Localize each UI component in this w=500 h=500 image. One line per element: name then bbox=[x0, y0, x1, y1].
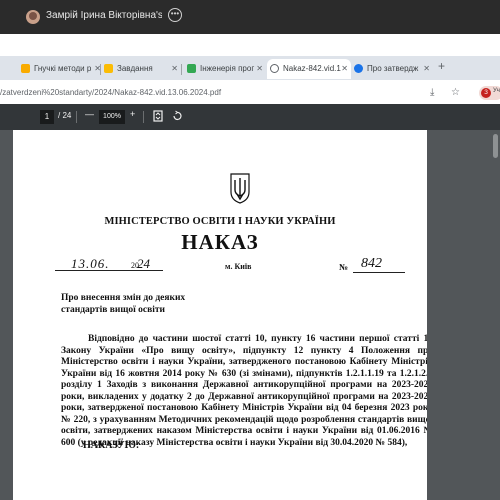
profile-button[interactable]: З Уч bbox=[479, 86, 500, 100]
rotate-icon[interactable] bbox=[171, 110, 183, 124]
ministry-heading: МІНІСТЕРСТВО ОСВІТИ І НАУКИ УКРАЇНИ bbox=[104, 216, 336, 227]
handwritten-date: 13.06. bbox=[71, 256, 110, 271]
tab-flexible-methods[interactable]: Гнучкі методи р ✕ bbox=[18, 59, 104, 79]
pdf-scrollbar[interactable] bbox=[491, 130, 500, 500]
subject-line: Про внесення змін до деяких bbox=[61, 293, 186, 303]
trident-emblem-icon bbox=[230, 173, 250, 204]
globe-favicon-icon bbox=[270, 64, 279, 73]
profile-avatar: З bbox=[481, 88, 491, 98]
docs-favicon-icon bbox=[21, 64, 30, 73]
zoom-in-button[interactable]: + bbox=[130, 109, 135, 119]
scrollbar-thumb[interactable] bbox=[493, 134, 498, 158]
tab-label: Про затвердж bbox=[367, 64, 419, 73]
drive-favicon-icon bbox=[187, 64, 196, 73]
bookmark-star-icon[interactable]: ☆ bbox=[451, 87, 460, 98]
pdf-viewport[interactable]: МІНІСТЕРСТВО ОСВІТИ І НАУКИ УКРАЇНИ НАКА… bbox=[0, 130, 500, 500]
tab-assignments[interactable]: Завдання ✕ bbox=[101, 59, 181, 79]
orders-heading: НАКАЗУЮ: bbox=[83, 440, 140, 451]
pdf-page: МІНІСТЕРСТВО ОСВІТИ І НАУКИ УКРАЇНИ НАКА… bbox=[13, 130, 427, 500]
more-options-icon[interactable]: ••• bbox=[168, 8, 182, 22]
tab-label: Nakaz-842.vid.1 bbox=[283, 64, 341, 73]
tab-label: Інженерія прог bbox=[200, 64, 255, 73]
zoom-input[interactable]: 100% bbox=[99, 110, 125, 124]
preamble-paragraph: Відповідно до частини шостої статті 10, … bbox=[61, 334, 427, 448]
document-title: НАКАЗ bbox=[181, 230, 259, 254]
tab-strip: Гнучкі методи р ✕ Завдання ✕ Інженерія п… bbox=[0, 56, 500, 80]
new-tab-icon[interactable]: + bbox=[438, 59, 445, 73]
order-preamble: Відповідно до частини шостої статті 10, … bbox=[61, 334, 427, 449]
site-favicon-icon bbox=[354, 64, 363, 73]
number-underline bbox=[353, 272, 405, 273]
pdf-toolbar: 1 / 24 — 100% + bbox=[0, 104, 500, 130]
toolbar-divider bbox=[76, 111, 77, 123]
close-tab-icon[interactable]: ✕ bbox=[171, 59, 178, 78]
number-sign: № bbox=[339, 262, 349, 272]
profile-label: Уч bbox=[493, 88, 500, 94]
page-number-input[interactable]: 1 bbox=[40, 110, 54, 124]
fit-page-icon[interactable] bbox=[152, 110, 164, 124]
tab-separator bbox=[181, 64, 182, 75]
order-subject: Про внесення змін до деяких стандартів в… bbox=[61, 292, 185, 316]
close-tab-icon[interactable]: ✕ bbox=[423, 59, 430, 78]
translate-icon[interactable]: ⤓ bbox=[430, 87, 434, 98]
url-text[interactable]: /zatverdzeni%20standarty/2024/Nakaz-842.… bbox=[0, 88, 221, 97]
screen-share-bar: Замрій Ірина Вікторівна's screen ••• bbox=[0, 0, 500, 34]
tab-label: Гнучкі методи р bbox=[34, 64, 92, 73]
screen-share-title: Замрій Ірина Вікторівна's screen bbox=[46, 10, 162, 21]
city-label: м. Київ bbox=[225, 262, 252, 271]
handwritten-year: 24 bbox=[137, 256, 150, 271]
presenter-avatar bbox=[26, 10, 40, 24]
tab-approval[interactable]: Про затвердж ✕ bbox=[351, 59, 433, 79]
toolbar-divider bbox=[143, 111, 144, 123]
tab-nakaz-pdf[interactable]: Nakaz-842.vid.1 ✕ bbox=[267, 59, 351, 79]
close-tab-icon[interactable]: ✕ bbox=[256, 59, 263, 78]
zoom-out-button[interactable]: — bbox=[85, 109, 94, 119]
close-tab-icon[interactable]: ✕ bbox=[341, 59, 348, 78]
handwritten-number: 842 bbox=[361, 256, 382, 271]
tab-label: Завдання bbox=[117, 64, 153, 73]
tab-software-engineering[interactable]: Інженерія прог ✕ bbox=[184, 59, 266, 79]
subject-line: стандартів вищої освіти bbox=[61, 305, 166, 315]
page-count: / 24 bbox=[58, 111, 72, 120]
classroom-favicon-icon bbox=[104, 64, 113, 73]
